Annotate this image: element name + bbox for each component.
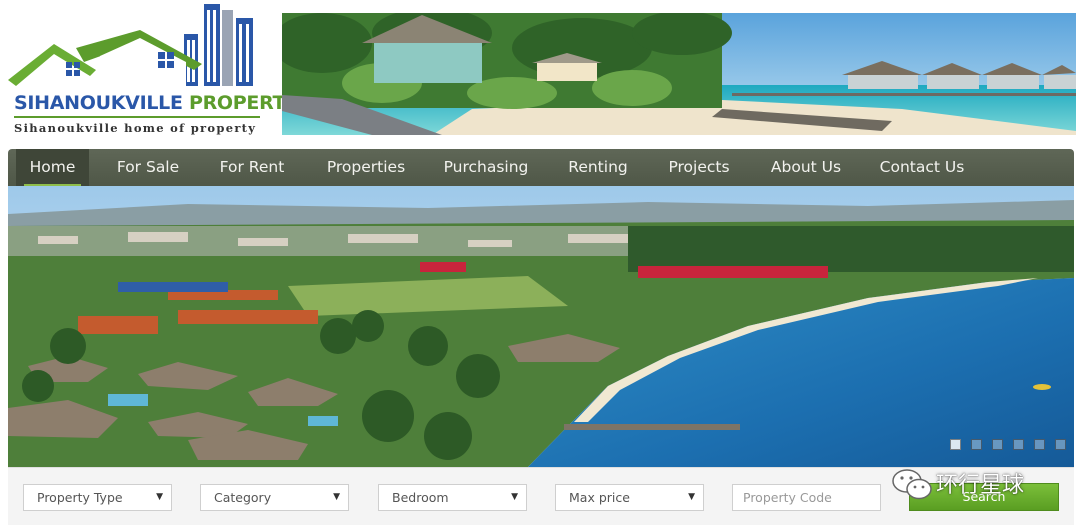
chevron-down-icon: ▼ (156, 492, 163, 502)
category-select[interactable]: Category ▼ (200, 484, 349, 511)
nav-item-purchasing[interactable]: Purchasing (433, 149, 539, 186)
chevron-down-icon: ▼ (688, 492, 695, 502)
bedroom-value: Bedroom (392, 490, 449, 505)
page: SIHANOUKVILLE PROPERTY Sihanoukville hom… (0, 0, 1080, 532)
bedroom-select[interactable]: Bedroom ▼ (378, 484, 527, 511)
chevron-down-icon: ▼ (511, 492, 518, 502)
category-value: Category (214, 490, 272, 505)
watermark-text: 环行星球 (936, 473, 1025, 498)
slider-dot-5[interactable] (1034, 439, 1045, 450)
site-logo[interactable]: SIHANOUKVILLE PROPERTY Sihanoukville hom… (6, 0, 299, 142)
wechat-icon (892, 469, 932, 500)
max-price-value: Max price (569, 490, 630, 505)
logo-houses-graphic (8, 4, 253, 88)
nav-item-for-rent[interactable]: For Rent (206, 149, 298, 186)
max-price-select[interactable]: Max price ▼ (555, 484, 704, 511)
slider-dot-1[interactable] (950, 439, 961, 450)
slider-dot-4[interactable] (1013, 439, 1024, 450)
nav-item-renting[interactable]: Renting (556, 149, 640, 186)
logo-divider (14, 116, 260, 118)
watermark: 环行星球 (888, 465, 1078, 505)
hero-slider[interactable] (8, 186, 1074, 467)
logo-name: SIHANOUKVILLE PROPERTY (14, 92, 299, 114)
nav-item-about-us[interactable]: About Us (760, 149, 852, 186)
nav-item-home[interactable]: Home (16, 149, 89, 186)
property-type-value: Property Type (37, 490, 123, 505)
slider-dot-3[interactable] (992, 439, 1003, 450)
property-type-select[interactable]: Property Type ▼ (23, 484, 172, 511)
logo-tagline: Sihanoukville home of property (14, 121, 257, 135)
slider-dot-6[interactable] (1055, 439, 1066, 450)
nav-item-properties[interactable]: Properties (314, 149, 418, 186)
nav-item-contact-us[interactable]: Contact Us (870, 149, 974, 186)
chevron-down-icon: ▼ (333, 492, 340, 502)
nav-item-for-sale[interactable]: For Sale (106, 149, 190, 186)
nav-item-projects[interactable]: Projects (656, 149, 742, 186)
property-code-input[interactable] (732, 484, 881, 511)
slider-dot-2[interactable] (971, 439, 982, 450)
main-navigation: Home For Sale For Rent Properties Purcha… (8, 149, 1074, 186)
hero-slide-image (8, 186, 1074, 467)
header-banner-image (282, 13, 1076, 135)
